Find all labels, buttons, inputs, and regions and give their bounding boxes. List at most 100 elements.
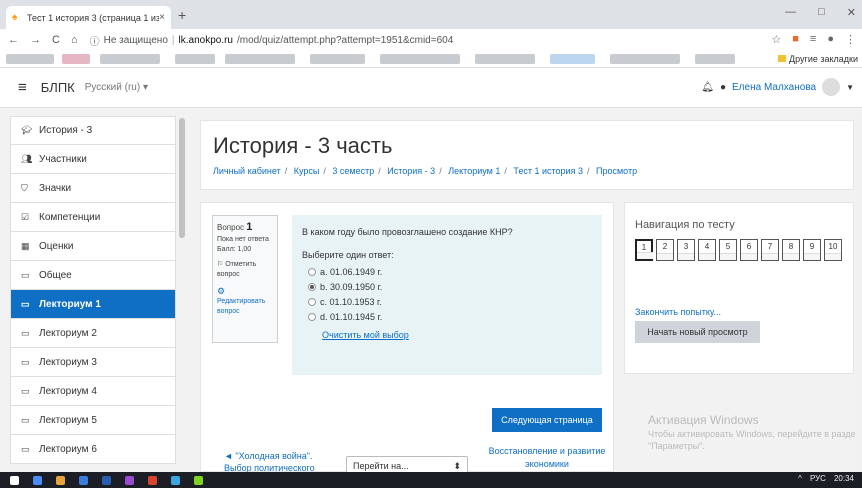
breadcrumb-course[interactable]: История - 3 <box>387 166 435 176</box>
minimize-button[interactable]: — <box>785 6 796 19</box>
previous-activity-link[interactable]: ◄ "Холодная война". Выбор политического <box>224 451 334 472</box>
bookmark-item[interactable] <box>695 54 735 64</box>
bookmark-item[interactable] <box>100 54 160 64</box>
question-nav-button[interactable]: 5 <box>719 239 737 261</box>
answer-option[interactable]: c. 01.10.1953 г. <box>308 294 592 309</box>
bookmark-item[interactable] <box>550 54 595 64</box>
clock[interactable]: 20:34 <box>834 474 854 483</box>
keyboard-language[interactable]: РУС <box>810 474 826 483</box>
jump-to-select[interactable]: Перейти на... ⬍ <box>346 456 468 472</box>
sidebar-item-lectorium-6[interactable]: ▭ Лекториум 6 <box>10 435 176 464</box>
taskbar-app-icon[interactable] <box>171 475 180 485</box>
url-host: lk.anokpo.ru <box>178 34 233 46</box>
question-nav-button[interactable]: 8 <box>782 239 800 261</box>
bookmark-item[interactable] <box>175 54 215 64</box>
breadcrumb-dashboard[interactable]: Личный кабинет <box>213 166 281 176</box>
question-nav-button[interactable]: 9 <box>803 239 821 261</box>
question-nav-button[interactable]: 7 <box>761 239 779 261</box>
radio-button-selected[interactable] <box>308 282 316 291</box>
clear-choice-link[interactable]: Очистить мой выбор <box>322 330 409 340</box>
breadcrumb-quiz[interactable]: Тест 1 история 3 <box>513 166 583 176</box>
taskbar-app-icon[interactable] <box>102 475 111 485</box>
bookmark-item[interactable] <box>310 54 365 64</box>
profile-icon[interactable]: ● <box>827 33 834 46</box>
user-menu[interactable]: 🔔︎ ● Елена Малханова ▼ <box>701 78 854 96</box>
question-nav-button[interactable]: 4 <box>698 239 716 261</box>
taskbar-app-icon[interactable] <box>33 475 42 485</box>
sidebar-item-lectorium-4[interactable]: ▭ Лекториум 4 <box>10 377 176 406</box>
radio-button[interactable] <box>308 297 316 306</box>
sidebar-scrollbar[interactable] <box>178 108 186 472</box>
sidebar-item-general[interactable]: ▭ Общее <box>10 261 176 290</box>
user-menu-chevron-icon[interactable]: ▼ <box>846 83 854 92</box>
taskbar-app-icon[interactable] <box>148 475 157 485</box>
messages-icon[interactable]: ● <box>720 82 726 93</box>
close-window-button[interactable]: ✕ <box>847 6 856 19</box>
question-nav-button-current[interactable]: 1 <box>635 239 653 261</box>
new-tab-button[interactable]: + <box>178 7 186 23</box>
breadcrumb-semester[interactable]: 3 семестр <box>332 166 374 176</box>
sidebar-item-grades[interactable]: ▦ Оценки <box>10 232 176 261</box>
browser-tab[interactable]: ♠ Тест 1 история 3 (страница 1 из × <box>6 6 171 29</box>
next-page-button[interactable]: Следующая страница <box>492 408 602 432</box>
answer-option[interactable]: b. 30.09.1950 г. <box>308 279 592 294</box>
sidebar-item-lectorium-5[interactable]: ▭ Лекториум 5 <box>10 406 176 435</box>
sidebar-item-lectorium-2[interactable]: ▭ Лекториум 2 <box>10 319 176 348</box>
taskbar-app-icon[interactable] <box>194 475 203 485</box>
finish-attempt-link[interactable]: Закончить попытку... <box>635 307 721 317</box>
bookmark-item[interactable] <box>475 54 535 64</box>
answer-option[interactable]: d. 01.10.1945 г. <box>308 309 592 324</box>
user-name[interactable]: Елена Малханова <box>732 82 816 93</box>
other-bookmarks[interactable]: Другие закладки <box>778 54 858 64</box>
breadcrumb-preview[interactable]: Просмотр <box>596 166 637 176</box>
page-scrollbar[interactable] <box>855 108 862 472</box>
notification-bell-icon[interactable]: 🔔︎ <box>701 82 714 93</box>
breadcrumb-section[interactable]: Лекториум 1 <box>448 166 500 176</box>
radio-button[interactable] <box>308 267 316 276</box>
avatar[interactable] <box>822 78 841 96</box>
radio-button[interactable] <box>308 312 316 321</box>
bookmark-item[interactable] <box>380 54 460 64</box>
sidebar-item-lectorium-3[interactable]: ▭ Лекториум 3 <box>10 348 176 377</box>
url-bar[interactable]: ⓘ Не защищено | lk.anokpo.ru/mod/quiz/at… <box>90 33 454 48</box>
breadcrumb-courses[interactable]: Курсы <box>294 166 320 176</box>
bookmark-item[interactable] <box>6 54 54 64</box>
edit-question-link[interactable]: ⚙ Редактировать вопрос <box>217 285 273 317</box>
bookmark-item[interactable] <box>62 54 90 64</box>
bookmark-item[interactable] <box>225 54 295 64</box>
tray-chevron-icon[interactable]: ^ <box>798 474 802 483</box>
question-nav-button[interactable]: 6 <box>740 239 758 261</box>
forward-icon[interactable]: → <box>30 34 41 46</box>
sidebar-item-lectorium-1[interactable]: ▭ Лекториум 1 <box>10 290 176 319</box>
reading-list-icon[interactable]: ≡ <box>810 33 816 46</box>
answer-option[interactable]: a. 01.06.1949 г. <box>308 264 592 279</box>
start-button-icon[interactable] <box>10 475 19 485</box>
question-nav-button[interactable]: 3 <box>677 239 695 261</box>
bookmark-item[interactable] <box>610 54 680 64</box>
taskbar-app-icon[interactable] <box>125 475 134 485</box>
taskbar-app-icon[interactable] <box>79 475 88 485</box>
back-icon[interactable]: ← <box>8 34 19 46</box>
flag-question-link[interactable]: ⚐ Отметить вопрос <box>217 260 273 280</box>
reload-icon[interactable]: C <box>52 34 60 46</box>
sidebar-item-competencies[interactable]: ☑ Компетенции <box>10 203 176 232</box>
sidebar-scrollbar-thumb[interactable] <box>179 118 185 238</box>
taskbar-app-icon[interactable] <box>56 475 65 485</box>
sidebar-item-badges[interactable]: ⛉ Значки <box>10 174 176 203</box>
info-icon[interactable]: ⓘ <box>90 33 100 48</box>
hamburger-menu-icon[interactable]: ≡ <box>18 79 27 96</box>
extension-icon[interactable]: ■ <box>792 33 799 46</box>
bookmark-star-icon[interactable]: ☆ <box>771 33 781 46</box>
language-menu[interactable]: Русский (ru) ▾ <box>85 82 148 93</box>
question-nav-button[interactable]: 2 <box>656 239 674 261</box>
home-icon[interactable]: ⌂ <box>71 34 78 46</box>
site-brand[interactable]: БЛПК <box>41 80 75 95</box>
start-new-preview-button[interactable]: Начать новый просмотр <box>635 321 760 343</box>
maximize-button[interactable]: □ <box>818 6 825 19</box>
sidebar-item-participants[interactable]: 👥︎ Участники <box>10 145 176 174</box>
sidebar-item-course[interactable]: 🎓︎ История - 3 <box>10 116 176 145</box>
menu-icon[interactable]: ⋮ <box>845 33 856 46</box>
next-activity-link[interactable]: Восстановление и развитие экономики <box>486 445 608 470</box>
tab-close-icon[interactable]: × <box>159 12 165 23</box>
question-nav-button[interactable]: 10 <box>824 239 842 261</box>
